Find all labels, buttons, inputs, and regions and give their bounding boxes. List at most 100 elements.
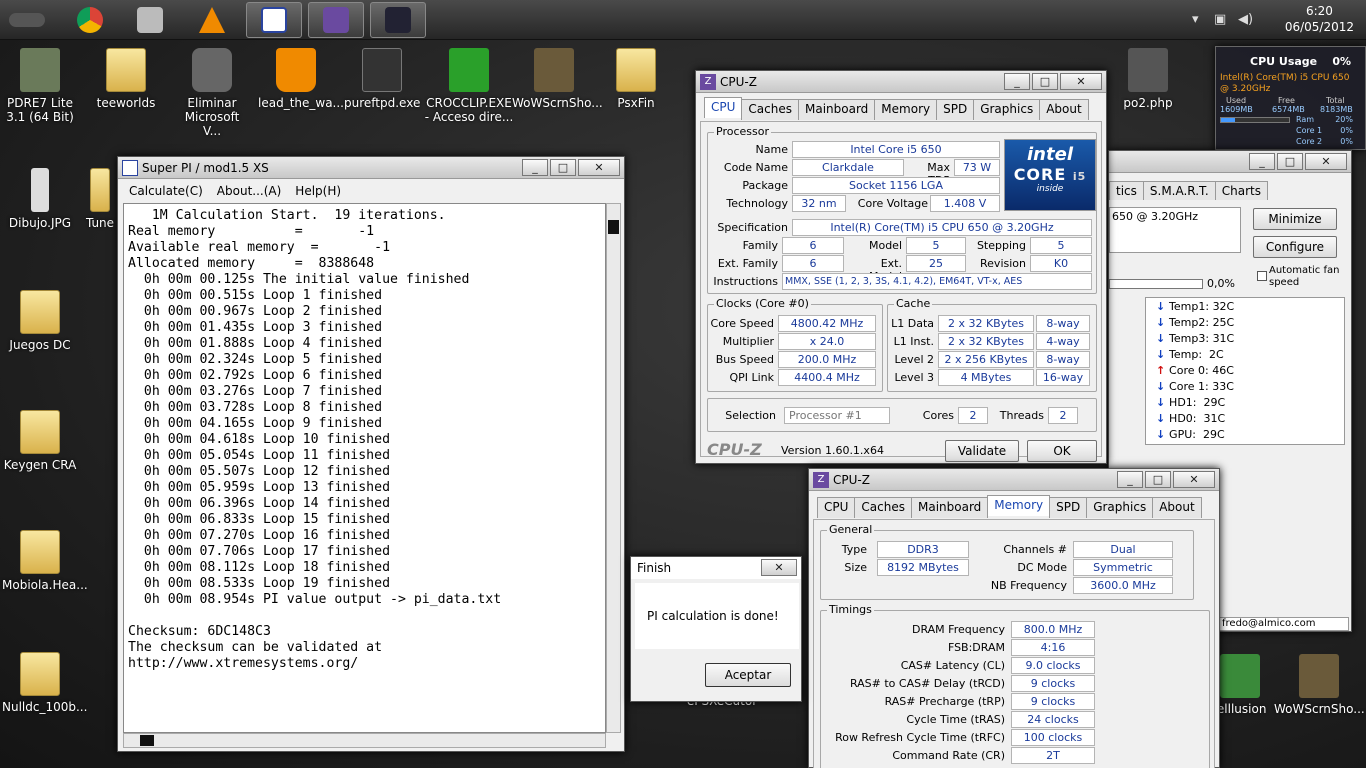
close-button[interactable]: ✕ xyxy=(1305,153,1347,170)
tab-memory[interactable]: Memory xyxy=(987,495,1051,516)
cpuz-memory-titlebar[interactable]: Z CPU-Z _ □ ✕ xyxy=(809,469,1219,491)
tab-cpu[interactable]: CPU xyxy=(817,497,856,518)
automatic-fan-checkbox[interactable] xyxy=(1257,271,1267,281)
general-group: General Type DDR3 Channels # Dual Size 8… xyxy=(820,523,1194,600)
tab-memory[interactable]: Memory xyxy=(874,99,938,120)
tray-arrow-icon[interactable]: ▾ xyxy=(1192,12,1199,27)
tab-smart[interactable]: S.M.A.R.T. xyxy=(1142,181,1216,200)
progress-bar xyxy=(1109,279,1203,289)
tab-about[interactable]: About xyxy=(1039,99,1089,120)
desktop-icon-pdre[interactable]: PDRE7 Lite 3.1 (64 Bit) xyxy=(2,48,78,124)
desktop-icon-mobiola[interactable]: Mobiola.Hea... xyxy=(2,530,88,592)
desktop-icon-crocclip[interactable]: CROCCLIP.EXE - Acceso dire... xyxy=(424,48,514,124)
output-line: 0h 00m 03.728s Loop 8 finished xyxy=(128,400,383,415)
desktop-icon-wowscrn2[interactable]: WoWScrnSho... xyxy=(1274,654,1365,716)
minimize-button[interactable]: _ xyxy=(522,159,548,176)
maximize-button[interactable]: □ xyxy=(1145,471,1171,488)
tab-about[interactable]: About xyxy=(1152,497,1202,518)
minimize-button[interactable]: _ xyxy=(1117,471,1143,488)
validate-button[interactable]: Validate xyxy=(945,440,1019,462)
tab-graphics[interactable]: Graphics xyxy=(973,99,1041,120)
arrow-down-icon: ↓ xyxy=(1156,412,1170,425)
desktop-icon-psxfin[interactable]: PsxFin xyxy=(598,48,674,110)
desktop-icon-teeworlds[interactable]: teeworlds xyxy=(88,48,164,110)
maximize-button[interactable]: □ xyxy=(1277,153,1303,170)
close-button[interactable]: ✕ xyxy=(1173,471,1215,488)
temperature-row: ↓ Temp2: 25C xyxy=(1156,316,1235,329)
finish-titlebar[interactable]: Finish ✕ xyxy=(631,557,801,579)
tab-charts[interactable]: Charts xyxy=(1214,181,1268,200)
tab-spd[interactable]: SPD xyxy=(936,99,975,120)
speedfan-titlebar[interactable]: _ □ ✕ xyxy=(1109,151,1351,173)
desktop-icon-wowscrn1[interactable]: WoWScrnSho... xyxy=(512,48,603,110)
volume-icon[interactable]: ◀) xyxy=(1238,12,1253,27)
taskbar-library[interactable] xyxy=(122,2,178,38)
close-button[interactable]: ✕ xyxy=(578,159,620,176)
cpuz-cpu-window[interactable]: Z CPU-Z _ □ ✕ CPU Caches Mainboard Memory … xyxy=(695,70,1107,464)
taskbar-monitor[interactable] xyxy=(370,2,426,38)
speedfan-tabs: tics S.M.A.R.T. Charts xyxy=(1109,181,1268,200)
tab-cpu[interactable]: CPU xyxy=(704,97,743,118)
close-button[interactable]: ✕ xyxy=(1060,73,1102,90)
cpu-usage-gadget[interactable]: CPU Usage 0% Intel(R) Core(TM) i5 CPU 65… xyxy=(1215,46,1366,150)
timing-value: 9 clocks xyxy=(1011,693,1095,710)
desktop-icon-eliminar[interactable]: Eliminar Microsoft V... xyxy=(174,48,250,138)
cpuz-memory-window[interactable]: Z CPU-Z _ □ ✕ CPU Caches Mainboard Memory … xyxy=(808,468,1220,768)
level-2: 2 x 256 KBytes xyxy=(938,351,1034,368)
minimize-button[interactable]: _ xyxy=(1004,73,1030,90)
desktop-icon-dibujo[interactable]: Dibujo.JPG xyxy=(2,168,78,230)
desktop-icon-nulldc[interactable]: Nulldc_100b... xyxy=(2,652,87,714)
email-field: fredo@almico.com xyxy=(1219,617,1349,631)
tab-graphics[interactable]: Graphics xyxy=(1086,497,1154,518)
taskbar-vlc[interactable] xyxy=(184,2,240,38)
desktop-icon-keygen[interactable]: Keygen CRA xyxy=(2,410,78,472)
maximize-button[interactable]: □ xyxy=(550,159,576,176)
ok-button[interactable]: OK xyxy=(1027,440,1097,462)
vertical-scrollbar[interactable] xyxy=(606,203,621,733)
taskbar-cpuz[interactable] xyxy=(308,2,364,38)
configure-button[interactable]: Configure xyxy=(1253,236,1337,258)
taskbar-superpi[interactable] xyxy=(246,2,302,38)
family: 6 xyxy=(782,237,844,254)
maximize-button[interactable]: □ xyxy=(1032,73,1058,90)
chrome-shortcut-icon xyxy=(192,48,232,92)
horizontal-scrollbar[interactable] xyxy=(123,733,606,748)
superpi-output[interactable]: 1M Calculation Start. 19 iterations. Real… xyxy=(123,203,606,733)
desktop-icon-lead[interactable]: lead_the_wa... xyxy=(258,48,344,110)
folder-icon xyxy=(20,290,60,334)
cpuz-titlebar[interactable]: Z CPU-Z _ □ ✕ xyxy=(696,71,1106,93)
superpi-titlebar[interactable]: Super PI / mod1.5 XS _ □ ✕ xyxy=(118,157,624,179)
output-line: 0h 00m 08.112s Loop 18 finished xyxy=(128,560,391,575)
close-button[interactable]: ✕ xyxy=(761,559,797,576)
finish-dialog[interactable]: Finish ✕ PI calculation is done! Aceptar xyxy=(630,556,802,702)
tab-statistics[interactable]: tics xyxy=(1109,181,1144,200)
output-line: 0h 00m 07.270s Loop 16 finished xyxy=(128,528,391,543)
tab-caches[interactable]: Caches xyxy=(741,99,799,120)
menu-help[interactable]: Help(H) xyxy=(295,181,341,201)
tab-mainboard[interactable]: Mainboard xyxy=(797,99,876,120)
start-button[interactable] xyxy=(4,2,50,38)
desktop-icon-tune[interactable]: Tune xyxy=(80,168,120,230)
arrow-down-icon: ↓ xyxy=(1156,348,1170,361)
processor-select[interactable]: Processor #1 xyxy=(784,407,890,424)
aceptar-button[interactable]: Aceptar xyxy=(705,663,791,687)
menu-calculate[interactable]: Calculate(C) xyxy=(129,181,203,201)
clock[interactable]: 6:20 06/05/2012 xyxy=(1285,3,1354,35)
selection-group: Selection Processor #1 Cores 2 Threads 2 xyxy=(707,398,1097,432)
chrome-icon xyxy=(77,7,103,33)
tab-mainboard[interactable]: Mainboard xyxy=(910,497,989,518)
qpi-link: 4400.4 MHz xyxy=(778,369,876,386)
cpu-usage-model: Intel(R) Core(TM) i5 CPU 650 @ 3.20GHz xyxy=(1220,73,1350,94)
superpi-window[interactable]: Super PI / mod1.5 XS _ □ ✕ Calculate(C) Ab… xyxy=(117,156,625,752)
desktop-icon-po2[interactable]: po2.php xyxy=(1110,48,1186,110)
cpu-list[interactable]: 650 @ 3.20GHz xyxy=(1109,207,1241,253)
tab-caches[interactable]: Caches xyxy=(854,497,912,518)
taskbar-chrome[interactable] xyxy=(62,2,118,38)
tab-spd[interactable]: SPD xyxy=(1049,497,1088,518)
desktop-icon-pureftpd[interactable]: pureftpd.exe xyxy=(344,48,420,110)
network-icon[interactable]: ▣ xyxy=(1214,12,1226,27)
minimize-app-button[interactable]: Minimize xyxy=(1253,208,1337,230)
menu-about[interactable]: About...(A) xyxy=(217,181,282,201)
minimize-button[interactable]: _ xyxy=(1249,153,1275,170)
desktop-icon-juegos[interactable]: Juegos DC xyxy=(2,290,78,352)
